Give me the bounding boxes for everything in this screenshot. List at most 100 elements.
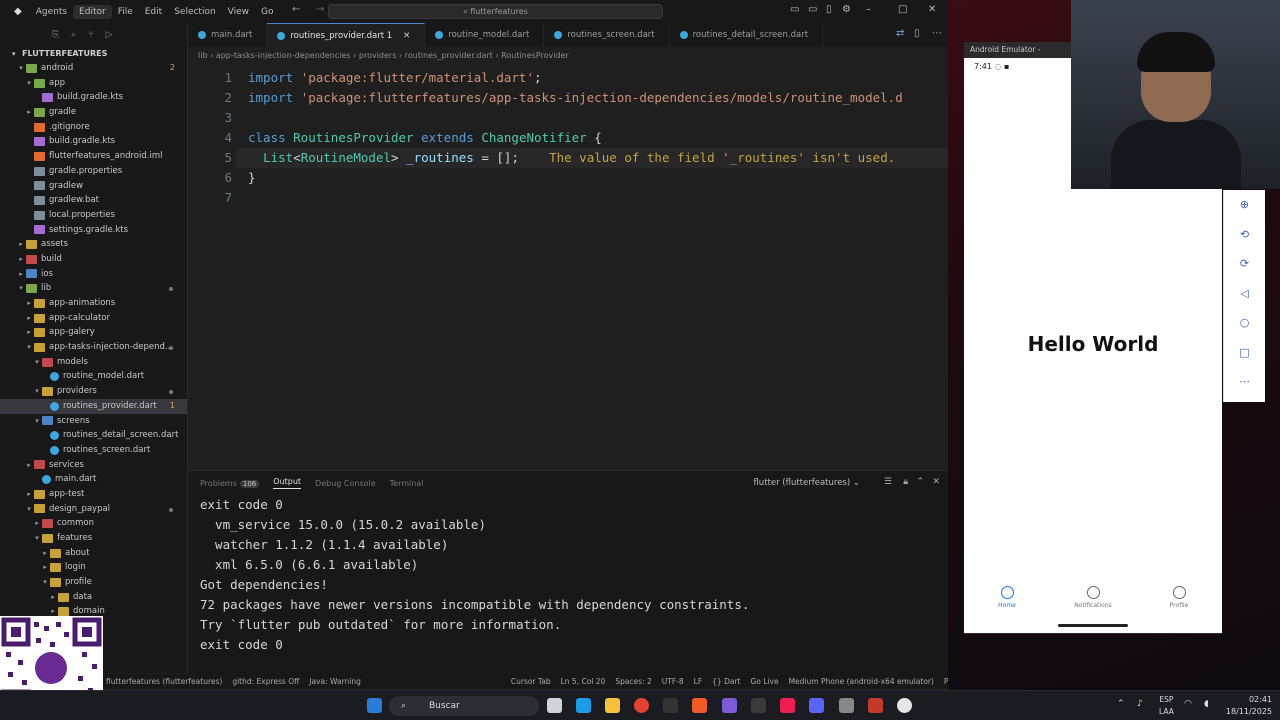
tree-item[interactable]: routines_screen.dart — [0, 443, 187, 458]
tiktok-icon[interactable] — [780, 698, 795, 713]
tree-item[interactable]: routines_detail_screen.dart — [0, 428, 187, 443]
tree-item[interactable]: ▸ app-galery — [0, 325, 187, 340]
tree-item[interactable]: local.properties — [0, 208, 187, 223]
taskbar-search[interactable]: ⌕ Buscar — [389, 696, 539, 716]
tree-item[interactable]: routine_model.dart — [0, 369, 187, 384]
tree-item[interactable]: ▸ app-animations — [0, 296, 187, 311]
github-icon[interactable] — [751, 698, 766, 713]
split-editor-icon[interactable]: ⇄ — [896, 28, 904, 39]
more-actions-icon[interactable]: ⋯ — [932, 28, 942, 39]
tree-item[interactable]: build.gradle.kts — [0, 134, 187, 149]
lock-icon[interactable]: 🔒︎ — [903, 477, 908, 487]
tree-item[interactable]: flutterfeatures_android.iml — [0, 149, 187, 164]
layout-toggle-icon[interactable]: ▭ — [790, 4, 799, 15]
app-icon-7[interactable] — [722, 698, 737, 713]
status-item[interactable]: UTF-8 — [662, 677, 684, 686]
status-item[interactable]: githd: Express Off — [232, 677, 299, 686]
source-control-icon[interactable]: ⑂ — [88, 30, 93, 40]
tree-item[interactable]: ▾ design_paypal — [0, 502, 187, 517]
breadcrumb-item[interactable]: providers — [359, 51, 397, 60]
copilot-icon[interactable] — [576, 698, 591, 713]
menu-item-selection[interactable]: Selection — [168, 5, 221, 19]
settings-gear-icon[interactable]: ⚙ — [842, 4, 851, 15]
zoom-icon[interactable]: ⊕ — [1224, 190, 1265, 220]
breadcrumb-item[interactable]: lib — [198, 51, 208, 60]
editor-layout-icon[interactable]: ▯ — [914, 28, 920, 39]
start-menu-icon[interactable] — [367, 698, 382, 713]
microphone-icon[interactable]: ♪ — [1137, 699, 1143, 709]
breadcrumb-item[interactable]: routines_provider.dart — [405, 51, 493, 60]
panel-toggle-icon[interactable]: ▭ — [808, 4, 817, 15]
tree-item[interactable]: ▸ login — [0, 560, 187, 575]
status-item[interactable]: flutterfeatures (flutterfeatures) — [106, 677, 222, 686]
terminal-icon[interactable] — [839, 698, 854, 713]
tree-item[interactable]: ▾ features — [0, 531, 187, 546]
close-window-icon[interactable]: ✕ — [928, 4, 936, 15]
editor-tab[interactable]: routines_screen.dart — [544, 23, 670, 47]
tree-item[interactable]: ▾ screens — [0, 414, 187, 429]
search-files-icon[interactable]: ⌕ — [71, 30, 76, 40]
file-explorer-icon[interactable] — [605, 698, 620, 713]
wifi-icon[interactable]: ◠ — [1184, 699, 1192, 709]
tray-chevron-icon[interactable]: ⌃ — [1117, 699, 1125, 709]
editor-tab[interactable]: routines_provider.dart 1 ✕ — [267, 23, 426, 47]
tree-item[interactable]: ▾ models — [0, 355, 187, 370]
panel-tab-output[interactable]: Output — [273, 477, 302, 489]
maximize-icon[interactable]: □ — [898, 4, 907, 15]
tree-item[interactable]: gradlew — [0, 179, 187, 194]
command-center[interactable]: ⌕ flutterfeatures — [328, 4, 663, 19]
status-item[interactable]: Ln 5, Col 20 — [561, 677, 606, 686]
breadcrumb-item[interactable]: RoutinesProvider — [501, 51, 569, 60]
status-item[interactable]: LF — [694, 677, 703, 686]
code-editor[interactable]: 1 import 'package:flutter/material.dart';… — [188, 65, 948, 470]
menu-item-go[interactable]: Go — [255, 5, 279, 19]
status-item[interactable]: Go Live — [750, 677, 778, 686]
menu-item-edit[interactable]: Edit — [139, 5, 168, 19]
tree-item[interactable]: ▸ app-calculator — [0, 311, 187, 326]
tree-item[interactable]: ▾ app — [0, 76, 187, 91]
back-arrow-icon[interactable]: ← — [292, 4, 300, 15]
gesture-bar[interactable] — [1058, 624, 1128, 627]
list-filter-icon[interactable]: ☰ — [884, 477, 892, 487]
tree-item[interactable]: ▾ profile — [0, 575, 187, 590]
maximize-panel-icon[interactable]: ⌃ — [916, 477, 924, 487]
tree-item[interactable]: ▾ lib — [0, 281, 187, 296]
minimize-icon[interactable]: – — [866, 4, 871, 15]
new-file-icon[interactable]: ⎘ — [52, 30, 59, 40]
menu-item-view[interactable]: View — [222, 5, 255, 19]
nav-item-profile[interactable]: Profile — [1149, 586, 1209, 618]
app-icon-13[interactable] — [897, 698, 912, 713]
tree-item[interactable]: ▸ about — [0, 546, 187, 561]
back-icon[interactable]: ◁ — [1224, 279, 1265, 309]
language-indicator[interactable]: ESP LAA — [1159, 694, 1174, 718]
tree-item[interactable]: gradle.properties — [0, 164, 187, 179]
tree-item[interactable]: .gitignore — [0, 120, 187, 135]
volume-icon[interactable]: ◖ — [1204, 699, 1209, 709]
tree-item[interactable]: ▸ build — [0, 252, 187, 267]
tree-item[interactable]: ▾ app-tasks-injection-depend... — [0, 340, 187, 355]
brave-icon[interactable] — [692, 698, 707, 713]
status-item[interactable]: Java: Warning — [309, 677, 361, 686]
tree-item[interactable]: ▸ assets — [0, 237, 187, 252]
rotate-left-icon[interactable]: ⟲ — [1224, 220, 1265, 250]
nav-item-home[interactable]: Home — [977, 586, 1037, 618]
tree-item[interactable]: ▸ app-test — [0, 487, 187, 502]
home-icon[interactable]: ○ — [1224, 308, 1265, 338]
tree-item[interactable]: routines_provider.dart 1 — [0, 398, 187, 414]
tree-item[interactable]: ▸ common — [0, 516, 187, 531]
nav-item-notifications[interactable]: Notifications — [1063, 586, 1123, 618]
cursor-app-icon[interactable] — [663, 698, 678, 713]
tree-item[interactable]: ▸ ios — [0, 267, 187, 282]
status-item[interactable]: Medium Phone (android-x64 emulator) — [789, 677, 934, 686]
task-view-icon[interactable] — [547, 698, 562, 713]
discord-icon[interactable] — [809, 698, 824, 713]
menu-item-editor[interactable]: Editor — [73, 4, 112, 19]
system-clock[interactable]: 02:41 18/11/2025 — [1226, 694, 1272, 718]
tree-item[interactable]: ▾ android 2 — [0, 61, 187, 76]
tree-item[interactable]: settings.gradle.kts — [0, 223, 187, 238]
status-item[interactable]: Cursor Tab — [511, 677, 551, 686]
chrome-icon[interactable] — [634, 698, 649, 713]
status-item[interactable]: Spaces: 2 — [615, 677, 651, 686]
tree-item[interactable]: ▸ gradle — [0, 105, 187, 120]
run-debug-icon[interactable]: ▷ — [106, 30, 113, 40]
